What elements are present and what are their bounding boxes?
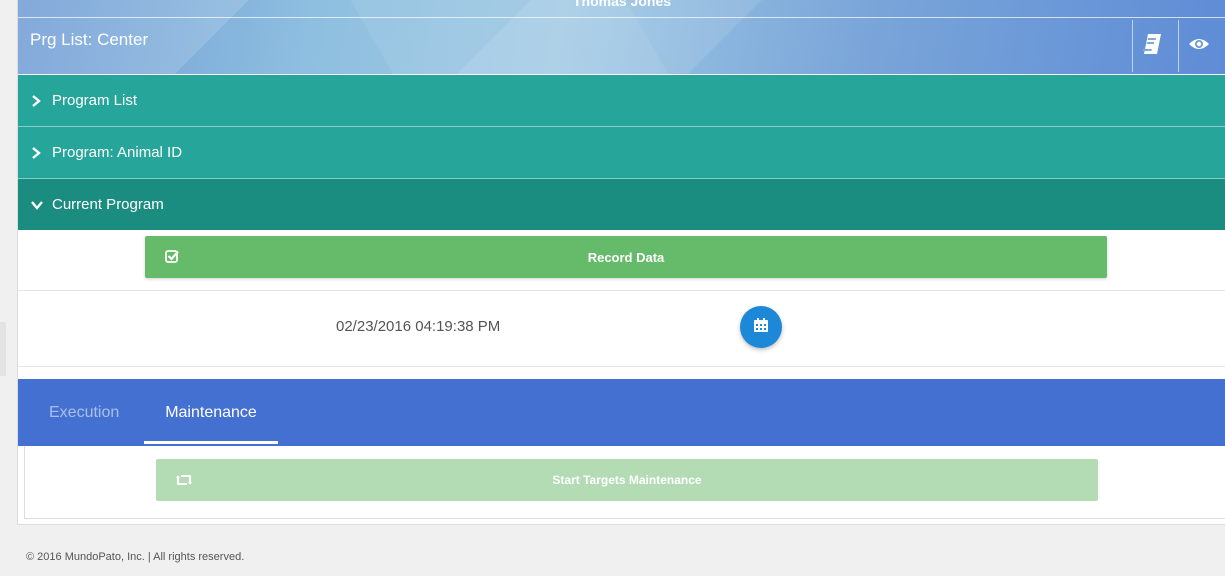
app-frame: Thomas Jones Prg List: Center Program Li… [17, 0, 1225, 525]
accordion-label: Program List [52, 92, 138, 109]
accordion-current-program[interactable]: Current Program [18, 179, 1225, 230]
left-edge-handle [0, 322, 6, 376]
chevron-right-icon [31, 146, 43, 159]
header-bar: Thomas Jones Prg List: Center [18, 0, 1225, 74]
active-tab-indicator [144, 441, 278, 444]
accordion-program-animal-id[interactable]: Program: Animal ID [18, 127, 1225, 179]
footer-copyright: © 2016 MundoPato, Inc. | All rights rese… [26, 551, 245, 563]
header-divider [18, 17, 1225, 18]
chevron-down-icon [31, 199, 43, 211]
page-title: Prg List: Center [30, 30, 149, 49]
eye-icon [1188, 37, 1210, 56]
accordion-label: Program: Animal ID [52, 144, 183, 161]
divider [18, 366, 1225, 367]
start-targets-maintenance-label: Start Targets Maintenance [552, 473, 702, 487]
book-icon [1142, 33, 1163, 60]
accordion-label: Current Program [52, 196, 164, 213]
start-targets-maintenance-button[interactable]: Start Targets Maintenance [156, 459, 1098, 501]
divider [18, 290, 1225, 291]
record-data-label: Record Data [587, 249, 665, 265]
check-square-icon [165, 249, 179, 266]
tab-execution[interactable]: Execution [49, 379, 119, 446]
user-name: Thomas Jones [572, 0, 672, 9]
record-data-button[interactable]: Record Data [145, 236, 1107, 278]
calendar-icon [753, 317, 769, 338]
accordion-program-list[interactable]: Program List [18, 75, 1225, 127]
calendar-button[interactable] [740, 306, 782, 348]
session-datetime: 02/23/2016 04:19:38 PM [336, 318, 501, 335]
book-button[interactable] [1132, 20, 1173, 72]
tab-bar: Execution Maintenance [18, 379, 1225, 446]
tab-maintenance[interactable]: Maintenance [144, 379, 278, 446]
eye-button[interactable] [1178, 20, 1219, 72]
chevron-right-icon [31, 94, 43, 107]
retweet-icon [176, 474, 192, 489]
